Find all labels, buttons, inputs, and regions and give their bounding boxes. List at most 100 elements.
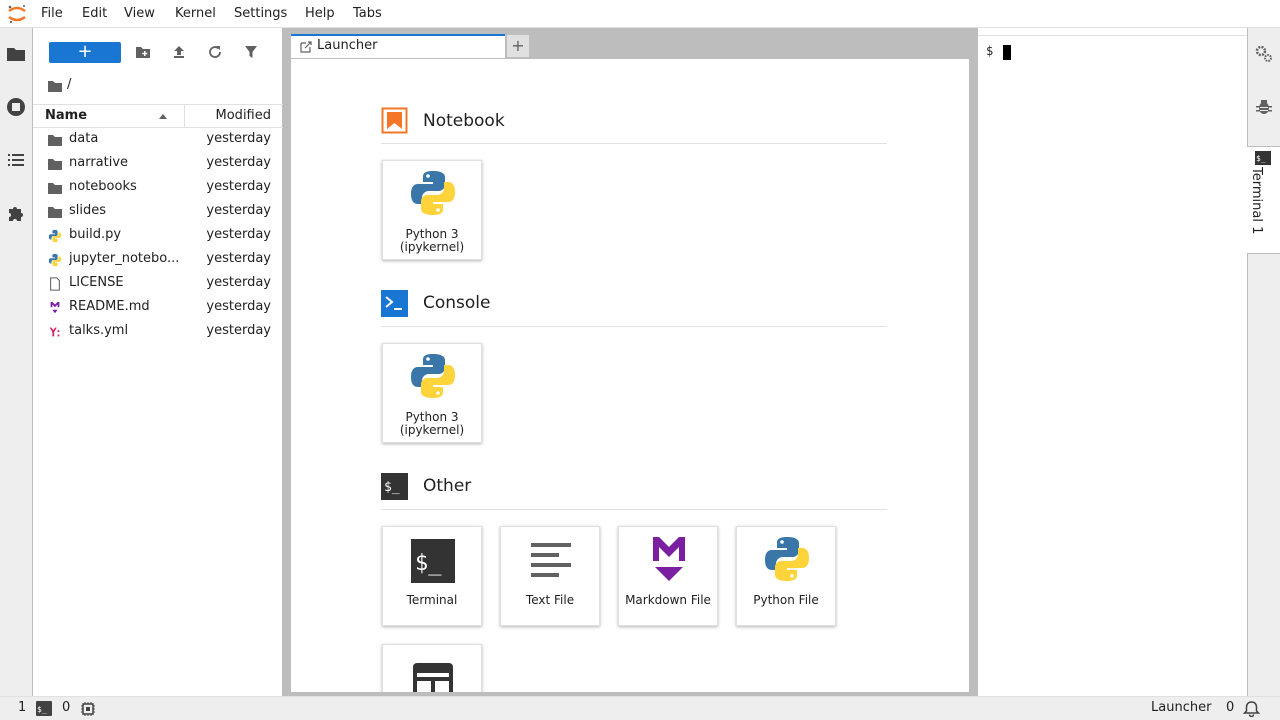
new-launcher-button[interactable]: + [49, 42, 121, 63]
file-name: data [69, 131, 99, 146]
svg-text:$_: $_ [1256, 154, 1266, 163]
launcher-card-console-python3[interactable]: Python 3 (ipykernel) [382, 343, 482, 443]
sort-ascending-icon [159, 114, 167, 119]
bell-icon[interactable] [1243, 700, 1260, 717]
file-name: notebooks [69, 179, 137, 194]
file-list-header: Name Modified [33, 104, 283, 128]
launcher-card-notebook-python3[interactable]: Python 3 (ipykernel) [382, 160, 482, 260]
other-section-icon: $_ [381, 473, 408, 500]
launcher-card-python-file[interactable]: Python File [736, 526, 836, 626]
file-row[interactable]: narrative yesterday [33, 152, 283, 176]
text-file-icon [531, 543, 571, 577]
property-inspector-icon[interactable] [1254, 44, 1274, 64]
menu-kernel[interactable]: Kernel [175, 0, 216, 28]
debugger-icon[interactable] [1254, 97, 1274, 117]
launcher-panel: Notebook Python 3 (ipykernel) Console Py… [291, 58, 969, 692]
running-icon[interactable] [5, 96, 27, 118]
python-icon [765, 537, 809, 581]
current-activity: Launcher [1151, 700, 1212, 715]
menu-help[interactable]: Help [305, 0, 335, 28]
folder-icon [48, 183, 62, 194]
launcher-card-text-file[interactable]: Text File [500, 526, 600, 626]
file-name: build.py [69, 227, 122, 242]
file-name: LICENSE [69, 275, 124, 290]
notifications-count[interactable]: 0 [1226, 700, 1234, 715]
launcher-tab-icon [300, 41, 312, 53]
console-section-icon [381, 290, 408, 317]
file-row[interactable]: LICENSE yesterday [33, 272, 283, 296]
kernel-status-icon[interactable] [80, 701, 96, 717]
file-modified: yesterday [206, 155, 271, 170]
terminal-icon: $_ [1255, 151, 1271, 165]
section-divider [381, 326, 887, 327]
folder-icon [48, 159, 62, 170]
launcher-card-context-help[interactable] [382, 644, 482, 692]
section-divider [381, 509, 887, 510]
launcher-card-terminal[interactable]: $_ Terminal [382, 526, 482, 626]
column-name-header[interactable]: Name [45, 108, 87, 123]
extension-icon[interactable] [5, 202, 27, 224]
status-bar: 1 $_ 0 Launcher 0 [0, 696, 1280, 720]
file-row[interactable]: slides yesterday [33, 200, 283, 224]
terminal-panel[interactable]: $ [978, 35, 1247, 696]
markdown-icon [653, 537, 685, 581]
folder-icon [48, 135, 62, 146]
terminal-status-icon[interactable]: $_ [36, 701, 52, 716]
file-modified: yesterday [206, 203, 271, 218]
python-file-icon [48, 229, 62, 243]
left-sidebar [0, 28, 33, 696]
column-divider[interactable] [184, 105, 185, 127]
new-folder-icon[interactable] [134, 43, 152, 61]
menu-tabs[interactable]: Tabs [353, 0, 382, 28]
terminal-side-tab[interactable]: $_ Terminal 1 [1247, 146, 1280, 254]
terminal-prompt: $ [986, 44, 994, 58]
file-row[interactable]: build.py yesterday [33, 224, 283, 248]
menu-settings[interactable]: Settings [234, 0, 287, 28]
file-browser: + / Name Modified data yesterday narrati… [33, 28, 283, 696]
file-modified: yesterday [206, 323, 271, 338]
file-row[interactable]: data yesterday [33, 128, 283, 152]
filter-icon[interactable] [242, 43, 260, 61]
breadcrumb-folder-icon[interactable] [47, 79, 63, 93]
python-icon [411, 354, 455, 398]
launcher-card-markdown-file[interactable]: Markdown File [618, 526, 718, 626]
tab-bar: Launcher + [283, 28, 978, 59]
breadcrumb[interactable]: / [67, 77, 71, 92]
menu-edit[interactable]: Edit [82, 0, 107, 28]
help-panel-icon [413, 663, 453, 692]
folder-icon[interactable] [5, 43, 27, 65]
add-tab-button[interactable]: + [506, 34, 530, 58]
kernels-count[interactable]: 0 [62, 700, 70, 715]
file-name: README.md [69, 299, 150, 314]
file-name: talks.yml [69, 323, 129, 338]
file-name: jupyter_notebo... [69, 251, 180, 266]
file-modified: yesterday [206, 275, 271, 290]
card-label: Text File [525, 593, 575, 607]
menu-bar: File Edit View Kernel Settings Help Tabs [0, 0, 1280, 28]
file-icon [50, 277, 60, 291]
file-modified: yesterday [206, 299, 271, 314]
section-divider [381, 143, 887, 144]
file-row[interactable]: README.md yesterday [33, 296, 283, 320]
card-label: Python File [753, 593, 819, 607]
folder-icon [48, 207, 62, 218]
terminals-count[interactable]: 1 [18, 700, 26, 715]
toc-icon[interactable] [5, 149, 27, 171]
file-row[interactable]: talks.yml yesterday [33, 320, 283, 344]
file-row[interactable]: notebooks yesterday [33, 176, 283, 200]
terminal-icon: $_ [411, 539, 455, 583]
card-label: Python 3 (ipykernel) [399, 410, 465, 437]
file-modified: yesterday [206, 179, 271, 194]
refresh-icon[interactable] [206, 43, 224, 61]
menu-view[interactable]: View [124, 0, 155, 28]
svg-text:$_: $_ [415, 551, 442, 576]
terminal-tab-label: Terminal 1 [1249, 167, 1264, 235]
file-row[interactable]: jupyter_notebo... yesterday [33, 248, 283, 272]
column-modified-header[interactable]: Modified [216, 108, 271, 123]
card-label: Markdown File [625, 593, 711, 607]
file-name: narrative [69, 155, 129, 170]
upload-icon[interactable] [170, 43, 188, 61]
menu-file[interactable]: File [41, 0, 63, 28]
tab-launcher[interactable]: Launcher [291, 34, 505, 59]
python-icon [411, 171, 455, 215]
